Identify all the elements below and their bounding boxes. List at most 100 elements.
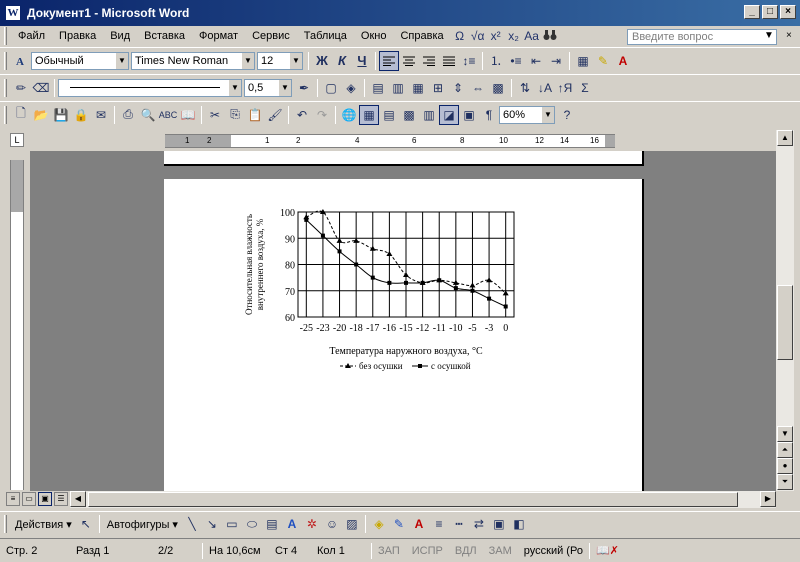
shading-color-icon[interactable]: ◈ <box>341 78 361 98</box>
normal-view-icon[interactable]: ≡ <box>6 492 20 506</box>
highlight-icon[interactable]: ✎ <box>593 51 613 71</box>
font-color-icon[interactable]: A <box>409 514 429 534</box>
decrease-indent-icon[interactable]: ⇤ <box>526 51 546 71</box>
status-rec[interactable]: ЗАП <box>372 542 406 560</box>
menu-format[interactable]: Формат <box>192 26 245 46</box>
print-preview-icon[interactable]: 🔍 <box>138 105 158 125</box>
pencil-icon[interactable]: ✏ <box>11 78 31 98</box>
spelling-icon[interactable]: ABC <box>158 105 178 125</box>
line-weight-select[interactable]: 0,5 ▼ <box>244 78 292 97</box>
chevron-down-icon[interactable]: ▼ <box>542 106 554 123</box>
oval-icon[interactable]: ⬭ <box>242 514 262 534</box>
underline-button[interactable]: Ч <box>352 51 372 71</box>
status-language[interactable]: русский (Ро <box>518 542 589 560</box>
dash-style-icon[interactable]: ┅ <box>449 514 469 534</box>
equation-icon[interactable]: √α <box>469 29 487 43</box>
chevron-down-icon[interactable]: ▼ <box>116 52 128 69</box>
eraser-icon[interactable]: ⌫ <box>31 78 51 98</box>
menu-table[interactable]: Таблица <box>297 26 354 46</box>
3d-style-icon[interactable]: ◧ <box>509 514 529 534</box>
sort-descending-icon[interactable]: ↑Я <box>555 78 575 98</box>
outline-view-icon[interactable]: ☰ <box>54 492 68 506</box>
maximize-button[interactable]: □ <box>762 5 778 19</box>
sort-ascending-icon[interactable]: ↓A <box>535 78 555 98</box>
chevron-down-icon[interactable]: ▼ <box>290 52 302 69</box>
toolbar-handle[interactable] <box>4 78 7 97</box>
cut-icon[interactable]: ✂ <box>205 105 225 125</box>
drawing-icon[interactable]: ◪ <box>439 104 459 125</box>
previous-page-icon[interactable]: ⏶ <box>777 442 793 458</box>
arrow-icon[interactable]: ↘ <box>202 514 222 534</box>
minimize-button[interactable]: _ <box>744 5 760 19</box>
toolbar-handle[interactable] <box>4 51 7 70</box>
subscript-icon[interactable]: x₂ <box>505 29 523 43</box>
distribute-rows-icon[interactable]: ⇕ <box>448 78 468 98</box>
menu-tools[interactable]: Сервис <box>245 26 297 46</box>
align-center-icon[interactable] <box>399 51 419 71</box>
scroll-down-icon[interactable]: ▼ <box>777 426 793 442</box>
vertical-ruler[interactable] <box>10 160 24 490</box>
align-cell-icon[interactable]: ⊞ <box>428 78 448 98</box>
help-icon[interactable]: ? <box>557 105 577 125</box>
status-trk[interactable]: ИСПР <box>406 542 449 560</box>
insert-table-icon[interactable]: ▤ <box>368 78 388 98</box>
text-direction-icon[interactable]: ⇅ <box>515 78 535 98</box>
vertical-scrollbar[interactable]: ▲ ▼ ⏶ ● ⏷ <box>776 130 794 491</box>
chevron-down-icon[interactable]: ▼ <box>242 52 254 69</box>
scroll-up-icon[interactable]: ▲ <box>777 130 793 146</box>
diagram-icon[interactable]: ✲ <box>302 514 322 534</box>
copy-icon[interactable]: ⎘ <box>225 105 245 125</box>
scroll-left-icon[interactable]: ◀ <box>70 491 86 507</box>
italic-button[interactable]: К <box>332 51 352 71</box>
permission-icon[interactable]: 🔒 <box>71 105 91 125</box>
save-icon[interactable]: 💾 <box>51 105 71 125</box>
style-select[interactable]: Обычный ▼ <box>31 51 129 70</box>
text-box-icon[interactable]: ▤ <box>262 514 282 534</box>
menu-edit[interactable]: Правка <box>52 26 103 46</box>
tab-selector[interactable]: L <box>10 133 24 147</box>
align-right-icon[interactable] <box>419 51 439 71</box>
outside-border-icon[interactable]: ▢ <box>321 78 341 98</box>
border-color-icon[interactable]: ✒ <box>294 78 314 98</box>
line-icon[interactable]: ╲ <box>182 514 202 534</box>
font-size-select[interactable]: 12 ▼ <box>257 51 303 70</box>
select-browse-object-icon[interactable]: ● <box>777 458 793 474</box>
columns-icon[interactable]: ▥ <box>419 105 439 125</box>
insert-table-icon[interactable]: ▤ <box>379 105 399 125</box>
menu-window[interactable]: Окно <box>354 26 394 46</box>
line-spacing-icon[interactable]: ↕≡ <box>459 51 479 71</box>
word-app-icon[interactable]: W <box>5 5 21 21</box>
email-icon[interactable]: ✉ <box>91 105 111 125</box>
find-binoculars-icon[interactable] <box>541 29 559 44</box>
toolbar-handle[interactable] <box>4 515 7 533</box>
hyperlink-icon[interactable]: 🌐 <box>339 105 359 125</box>
line-color-icon[interactable]: ✎ <box>389 514 409 534</box>
print-icon[interactable]: ⎙ <box>118 105 138 125</box>
borders-icon[interactable]: ▦ <box>573 51 593 71</box>
vertical-scroll-thumb[interactable] <box>777 285 793 360</box>
table-autoformat-icon[interactable]: ▩ <box>488 78 508 98</box>
menubar-handle[interactable] <box>4 27 7 45</box>
font-select[interactable]: Times New Roman ▼ <box>131 51 255 70</box>
toolbar-handle[interactable] <box>4 105 7 124</box>
wordart-icon[interactable]: A <box>282 514 302 534</box>
scroll-right-icon[interactable]: ▶ <box>760 491 776 507</box>
change-case-icon[interactable]: Aa <box>523 29 541 43</box>
document-map-icon[interactable]: ▣ <box>459 105 479 125</box>
autoshapes-menu[interactable]: Автофигуры ▾ <box>103 518 182 531</box>
next-page-icon[interactable]: ⏷ <box>777 474 793 490</box>
open-folder-icon[interactable]: 📂 <box>31 105 51 125</box>
ask-question-input[interactable]: Введите вопрос <box>627 29 777 45</box>
humidity-chart[interactable]: 60 70 80 90 100 -25 -23 -20 -18 -17 -16 -15 -12 -11 -1… <box>164 179 644 419</box>
insert-excel-icon[interactable]: ▩ <box>399 105 419 125</box>
line-style-select[interactable]: ▼ <box>58 78 242 97</box>
merge-cells-icon[interactable]: ▥ <box>388 78 408 98</box>
menu-file[interactable]: Файл <box>11 26 52 46</box>
status-ovr[interactable]: ЗАМ <box>483 542 518 560</box>
font-color-icon[interactable]: A <box>613 51 633 71</box>
page-2[interactable]: 60 70 80 90 100 -25 -23 -20 -18 -17 -16 -15 -12 -11 -1… <box>164 179 644 491</box>
increase-indent-icon[interactable]: ⇥ <box>546 51 566 71</box>
horizontal-scroll-thumb[interactable] <box>88 492 738 507</box>
chevron-down-icon[interactable]: ▼ <box>279 79 291 96</box>
insert-symbol-icon[interactable]: Ω <box>451 29 469 43</box>
